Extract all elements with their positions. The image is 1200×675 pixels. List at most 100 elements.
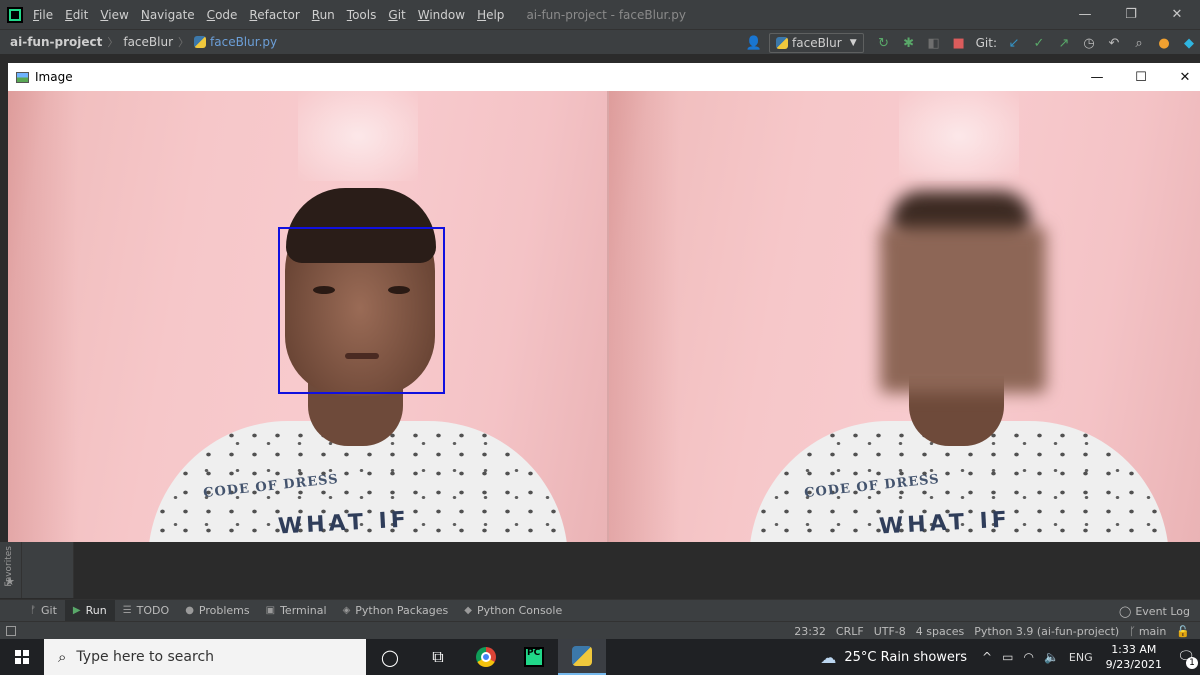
notification-badge: 1 bbox=[1186, 657, 1198, 669]
git-branch-icon: ᚴ bbox=[1129, 624, 1136, 638]
tool-windows-toggle-icon[interactable] bbox=[6, 625, 16, 636]
clock[interactable]: 1:33 AM 9/23/2021 bbox=[1106, 642, 1162, 672]
run-config-label: faceBlur bbox=[792, 36, 842, 50]
tab-python-console-label: Python Console bbox=[476, 604, 563, 617]
image-window: Image — ☐ ✕ CODE OF DRESS WHAT IF CODE O… bbox=[8, 63, 1200, 542]
tab-python-packages[interactable]: ◈ Python Packages bbox=[335, 600, 457, 622]
menu-run[interactable]: Run bbox=[312, 8, 335, 22]
update-icon[interactable]: ● bbox=[1153, 32, 1175, 54]
problems-icon: ● bbox=[185, 605, 194, 616]
close-icon[interactable]: ✕ bbox=[1154, 0, 1200, 29]
shirt-print-text-large: WHAT IF bbox=[277, 507, 411, 540]
pycharm-logo-icon bbox=[7, 6, 23, 23]
image-close-icon[interactable]: ✕ bbox=[1162, 63, 1200, 91]
ceiling-light bbox=[899, 91, 1019, 181]
breadcrumb-file[interactable]: faceBlur.py bbox=[210, 35, 277, 49]
pycharm-taskbar-button[interactable]: PC bbox=[510, 639, 558, 675]
image-window-titlebar[interactable]: Image — ☐ ✕ bbox=[8, 63, 1200, 91]
search-icon[interactable]: ⌕ bbox=[1128, 32, 1150, 54]
rerun-icon[interactable]: ↻ bbox=[873, 32, 895, 54]
git-update-icon[interactable]: ↙ bbox=[1003, 32, 1025, 54]
restore-icon[interactable]: ❐ bbox=[1108, 0, 1154, 29]
menu-edit[interactable]: Edit bbox=[65, 8, 88, 22]
star-icon[interactable]: ★ bbox=[5, 575, 15, 588]
event-log-button[interactable]: ◯ Event Log bbox=[1119, 600, 1190, 622]
run-panel-toolbar bbox=[22, 542, 74, 598]
tab-run[interactable]: ▶ Run bbox=[64, 599, 115, 622]
history-icon[interactable]: ◷ bbox=[1078, 32, 1100, 54]
task-view-icon[interactable]: ⧉ bbox=[414, 639, 462, 675]
git-commit-icon[interactable]: ✓ bbox=[1028, 32, 1050, 54]
tool-window-bar: ᚠ Git ▶ Run ☰ TODO ● Problems ▣ Terminal… bbox=[0, 599, 1200, 622]
wall-shadow bbox=[8, 91, 78, 542]
rollback-icon[interactable]: ↶ bbox=[1103, 32, 1125, 54]
pycharm-icon: PC bbox=[524, 647, 544, 667]
tab-git[interactable]: ᚠ Git bbox=[22, 600, 65, 622]
stop-icon[interactable]: ■ bbox=[948, 32, 970, 54]
code-with-me-icon[interactable]: ◆ bbox=[1178, 32, 1200, 54]
python-taskbar-button[interactable] bbox=[558, 639, 606, 675]
menu-navigate[interactable]: Navigate bbox=[141, 8, 195, 22]
chevron-up-icon[interactable]: ^ bbox=[982, 650, 992, 664]
ceiling-light bbox=[298, 91, 418, 181]
breadcrumb-project[interactable]: ai-fun-project bbox=[10, 35, 102, 49]
wifi-icon[interactable]: ◠ bbox=[1023, 650, 1033, 664]
breadcrumb-separator-icon: 〉 bbox=[178, 36, 190, 49]
chrome-taskbar-button[interactable] bbox=[462, 639, 510, 675]
file-encoding[interactable]: UTF-8 bbox=[874, 625, 906, 638]
status-widgets: 23:32 CRLF UTF-8 4 spaces Python 3.9 (ai… bbox=[784, 622, 1190, 640]
minimize-icon[interactable]: — bbox=[1062, 0, 1108, 29]
ide-menu-bar: File Edit View Navigate Code Refactor Ru… bbox=[0, 0, 1200, 29]
run-config-select[interactable]: faceBlur ▼ bbox=[769, 33, 864, 53]
menu-help[interactable]: Help bbox=[477, 8, 504, 22]
debug-icon[interactable]: ✱ bbox=[898, 32, 920, 54]
menu-refactor[interactable]: Refactor bbox=[249, 8, 299, 22]
menu-view[interactable]: View bbox=[100, 8, 128, 22]
language-indicator[interactable]: ENG bbox=[1069, 651, 1093, 664]
blurred-face-region bbox=[880, 227, 1046, 393]
console-icon: ◆ bbox=[464, 605, 472, 616]
user-icon[interactable]: 👤 bbox=[743, 32, 765, 54]
menu-file[interactable]: File bbox=[33, 8, 53, 22]
menu-git[interactable]: Git bbox=[388, 8, 405, 22]
python-interpreter[interactable]: Python 3.9 (ai-fun-project) bbox=[974, 625, 1119, 638]
tab-python-console[interactable]: ◆ Python Console bbox=[456, 600, 570, 622]
face-detection-box bbox=[278, 227, 445, 394]
taskbar-search-placeholder: Type here to search bbox=[76, 649, 215, 665]
ide-toolbar: 👤 faceBlur ▼ ↻ ✱ ◧ ■ Git: ↙ ✓ ↗ ◷ ↶ ⌕ ● … bbox=[740, 30, 1200, 56]
system-tray: ☁ 25°C Rain showers ^ ▭ ◠ 🔈 ENG 1:33 AM … bbox=[820, 639, 1200, 675]
event-log-icon: ◯ bbox=[1119, 604, 1132, 618]
notification-center-icon[interactable]: 🗨 1 bbox=[1172, 639, 1200, 675]
caret-position[interactable]: 23:32 bbox=[794, 625, 826, 638]
battery-icon[interactable]: ▭ bbox=[1002, 650, 1013, 664]
clock-time: 1:33 AM bbox=[1111, 643, 1157, 656]
python-file-icon bbox=[776, 37, 789, 49]
cortana-icon[interactable]: ◯ bbox=[366, 639, 414, 675]
lock-icon[interactable]: 🔓 bbox=[1176, 625, 1190, 638]
tab-problems[interactable]: ● Problems bbox=[177, 600, 257, 622]
tab-python-packages-label: Python Packages bbox=[355, 604, 449, 617]
indent-setting[interactable]: 4 spaces bbox=[916, 625, 965, 638]
image-maximize-icon[interactable]: ☐ bbox=[1118, 63, 1164, 91]
menu-code[interactable]: Code bbox=[207, 8, 238, 22]
git-push-icon[interactable]: ↗ bbox=[1053, 32, 1075, 54]
menu-window[interactable]: Window bbox=[418, 8, 465, 22]
tab-todo[interactable]: ☰ TODO bbox=[115, 600, 177, 622]
python-icon bbox=[572, 646, 592, 666]
weather-widget[interactable]: ☁ 25°C Rain showers bbox=[820, 648, 967, 667]
tab-todo-label: TODO bbox=[136, 604, 170, 617]
coverage-icon[interactable]: ◧ bbox=[923, 32, 945, 54]
image-minimize-icon[interactable]: — bbox=[1074, 63, 1120, 91]
start-button[interactable] bbox=[0, 639, 44, 675]
window-title: ai-fun-project - faceBlur.py bbox=[526, 7, 686, 22]
menu-tools[interactable]: Tools bbox=[347, 8, 377, 22]
volume-icon[interactable]: 🔈 bbox=[1044, 650, 1059, 664]
git-branch[interactable]: main bbox=[1139, 625, 1166, 638]
todo-icon: ☰ bbox=[122, 605, 132, 616]
python-file-icon bbox=[194, 36, 207, 48]
taskbar-search[interactable]: ⌕ Type here to search bbox=[44, 639, 366, 675]
breadcrumb-folder[interactable]: faceBlur bbox=[123, 35, 173, 49]
line-separator[interactable]: CRLF bbox=[836, 625, 864, 638]
tab-terminal[interactable]: ▣ Terminal bbox=[258, 600, 335, 622]
status-bar: 23:32 CRLF UTF-8 4 spaces Python 3.9 (ai… bbox=[0, 621, 1200, 639]
